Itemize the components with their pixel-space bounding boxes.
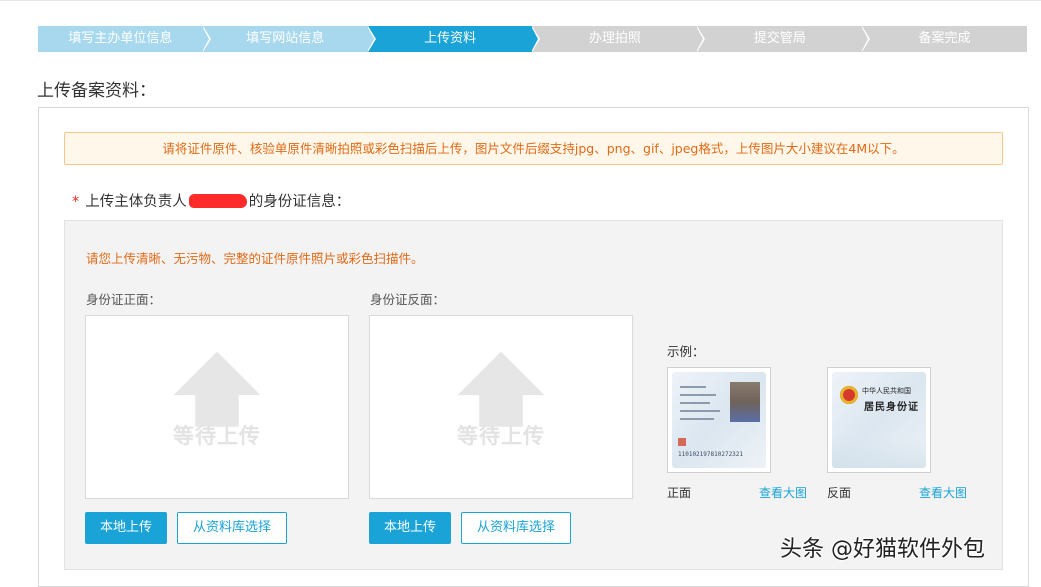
step-submit-bureau: 提交管局	[697, 26, 871, 52]
portrait-photo	[730, 382, 760, 422]
upload-arrow-icon	[457, 351, 545, 427]
sample-id-back: 中华人民共和国 居民身份证	[827, 367, 931, 473]
step-upload-documents: 上传资料	[367, 26, 541, 52]
view-large-back-link[interactable]: 查看大图	[919, 484, 967, 501]
required-star: *	[72, 194, 80, 210]
front-placeholder: 等待上传	[173, 424, 261, 448]
front-library-select-button[interactable]: 从资料库选择	[177, 512, 287, 544]
back-label: 身份证反面：	[370, 292, 446, 307]
top-divider	[0, 0, 1041, 1]
view-large-front-link[interactable]: 查看大图	[759, 484, 807, 501]
step-label: 提交管局	[753, 31, 806, 46]
step-label: 填写主办单位信息	[68, 31, 173, 46]
example-label: 示例：	[667, 344, 705, 359]
progress-steps: 填写主办单位信息 填写网站信息 上传资料 办理拍照 提交管局 备案完成	[38, 26, 1027, 52]
redaction-mark	[188, 194, 247, 208]
id-front-image: 110102197810272321	[672, 372, 766, 468]
back-placeholder: 等待上传	[457, 424, 545, 448]
back-library-select-button[interactable]: 从资料库选择	[461, 512, 571, 544]
step-complete: 备案完成	[862, 26, 1027, 52]
step-label: 上传资料	[424, 31, 477, 46]
label-prefix: 上传主体负责人	[85, 194, 187, 210]
sample-id-front: 110102197810272321	[667, 367, 771, 473]
card-number: 110102197810272321	[678, 451, 744, 458]
back-upload-dropzone[interactable]: 等待上传	[369, 315, 633, 499]
upload-arrow-icon	[173, 351, 261, 427]
label-suffix: 的身份证信息：	[248, 194, 351, 210]
watermark: 头条 @好猫软件外包	[780, 537, 985, 562]
back-local-upload-button[interactable]: 本地上传	[369, 512, 451, 544]
back-caption: 反面	[827, 486, 852, 500]
step-photo: 办理拍照	[532, 26, 706, 52]
format-notice: 请将证件原件、核验单原件清晰拍照或彩色扫描后上传，图片文件后缀支持jpg、png…	[64, 132, 1003, 165]
step-label: 填写网站信息	[246, 31, 325, 46]
card-title-small: 中华人民共和国	[862, 387, 911, 395]
id-info-label: * 上传主体负责人 的身份证信息：	[72, 190, 350, 211]
id-back-image: 中华人民共和国 居民身份证	[832, 372, 926, 468]
upload-tip: 请您上传清晰、无污物、完整的证件原件照片或彩色扫描件。	[86, 251, 424, 266]
step-label: 备案完成	[918, 31, 971, 46]
front-label: 身份证正面：	[86, 292, 162, 307]
card-title-big: 居民身份证	[864, 402, 919, 413]
step-fill-organizer: 填写主办单位信息	[38, 26, 211, 52]
national-emblem-icon	[840, 386, 858, 404]
section-title: 上传备案资料：	[37, 81, 156, 101]
front-local-upload-button[interactable]: 本地上传	[85, 512, 167, 544]
step-fill-website: 填写网站信息	[202, 26, 376, 52]
front-caption: 正面	[667, 486, 692, 500]
step-label: 办理拍照	[588, 31, 641, 46]
front-upload-dropzone[interactable]: 等待上传	[85, 315, 349, 499]
